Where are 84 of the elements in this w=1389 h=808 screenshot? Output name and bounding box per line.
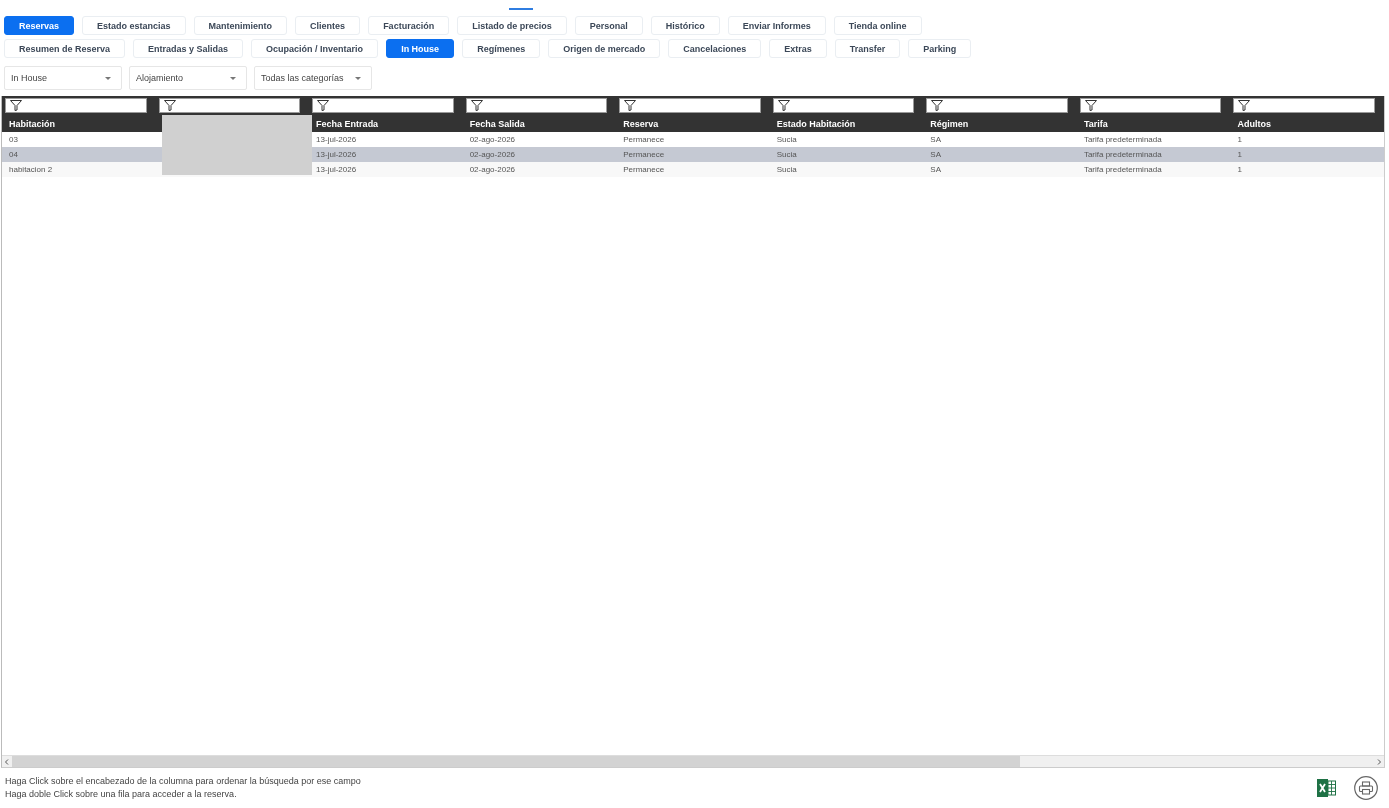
table-cell-text: 02-ago-2026 xyxy=(468,150,517,159)
tab[interactable]: Resumen de Reserva xyxy=(4,39,126,58)
horizontal-scrollbar[interactable] xyxy=(2,755,1384,767)
filter-icon xyxy=(10,100,22,111)
tab[interactable]: Histórico xyxy=(650,16,720,35)
filter-field[interactable] xyxy=(1233,98,1375,113)
column-header[interactable]: Fecha Entrada xyxy=(309,118,463,129)
tab[interactable]: Entradas y Salidas xyxy=(133,39,244,58)
filter-field[interactable] xyxy=(5,98,147,113)
tab[interactable]: Regímenes xyxy=(462,39,541,58)
tab[interactable]: Mantenimiento xyxy=(193,16,288,35)
caret-icon xyxy=(105,76,111,80)
filter-field[interactable] xyxy=(158,98,301,113)
table-cell-text: Sucia xyxy=(775,165,798,174)
filter-icon xyxy=(1084,100,1097,111)
filter-icon xyxy=(1238,100,1251,111)
table-cell-text: SA xyxy=(929,135,942,144)
dropdown-select[interactable]: In House xyxy=(4,66,122,90)
table-cell-text: 04 xyxy=(8,150,19,159)
filter-icon xyxy=(470,100,483,111)
table-cell-text: 03 xyxy=(8,135,19,144)
tab[interactable]: Origen de mercado xyxy=(548,39,661,58)
caret-icon xyxy=(230,76,236,80)
tab[interactable]: Estado estancias xyxy=(82,16,186,35)
table-cell-text: Permanece xyxy=(622,165,666,174)
tab[interactable]: Enviar Informes xyxy=(727,16,826,35)
tab[interactable]: Clientes xyxy=(295,16,361,35)
table-cell-text: Sucia xyxy=(775,150,798,159)
table-cell-text: 1 xyxy=(1236,135,1243,144)
print-icon[interactable] xyxy=(1354,776,1378,800)
active-indicator xyxy=(509,8,533,10)
tab[interactable]: Ocupación / Inventario xyxy=(251,39,379,58)
table-cell-text: 02-ago-2026 xyxy=(468,135,517,144)
spreadsheet-icon[interactable] xyxy=(1317,779,1336,797)
table-cell-text: 1 xyxy=(1236,150,1243,159)
tab[interactable]: Transfer xyxy=(834,39,901,58)
tab[interactable]: Reservas xyxy=(4,16,75,35)
table-cell-text: Sucia xyxy=(775,135,798,144)
filter-field[interactable] xyxy=(772,98,915,113)
table-cell-text: Tarifa predeterminada xyxy=(1082,135,1163,144)
tab[interactable]: Personal xyxy=(574,16,643,35)
filter-icon xyxy=(624,100,637,111)
dropdown-select[interactable]: Alojamiento xyxy=(129,66,247,90)
filter-field[interactable] xyxy=(619,98,761,113)
filter-field[interactable] xyxy=(312,98,454,113)
table-cell-text: Permanece xyxy=(622,135,666,144)
tab[interactable]: Tienda online xyxy=(833,16,922,35)
column-header[interactable]: Fecha Salida xyxy=(462,118,617,129)
table-cell-text: habitacion 2 xyxy=(8,165,54,174)
table-cell-text: SA xyxy=(929,165,942,174)
filter-icon xyxy=(777,100,790,111)
column-header[interactable]: Adultos xyxy=(1230,118,1384,129)
column-header[interactable]: Régimen xyxy=(923,118,1077,129)
table-cell-text: SA xyxy=(929,150,942,159)
hint-text: Haga Click sobre el encabezado de la columna para ordenar la búsqueda por ese campo xyxy=(5,775,361,788)
dropdown-select[interactable]: Todas las categorías xyxy=(254,66,372,90)
tab[interactable]: Listado de precios xyxy=(457,16,567,35)
table-cell-text: 13-jul-2026 xyxy=(315,135,358,144)
table-cell-text: 13-jul-2026 xyxy=(315,150,358,159)
tab[interactable]: Extras xyxy=(769,39,827,58)
filter-field[interactable] xyxy=(926,98,1068,113)
filter-field[interactable] xyxy=(465,98,608,113)
table-cell-text: 02-ago-2026 xyxy=(468,165,517,174)
filter-icon xyxy=(163,100,176,111)
hint-text: Haga doble Click sobre una fila para acceder a la reserva. xyxy=(5,788,238,801)
table-row[interactable]: habitacion 2 13-jul-2026 02-ago-2026 Permanece Sucia SA Tarifa predeterminada 1 xyxy=(2,162,1384,177)
column-header[interactable]: Tarifa xyxy=(1076,118,1231,129)
column-header[interactable]: Estado Habitación xyxy=(769,118,924,129)
filter-icon xyxy=(317,100,330,111)
tab[interactable]: Parking xyxy=(908,39,972,58)
column-header[interactable]: Habitación xyxy=(2,118,156,129)
tab[interactable]: In House xyxy=(386,39,455,58)
table-cell-text: 13-jul-2026 xyxy=(315,165,358,174)
tab[interactable]: Cancelaciones xyxy=(668,39,762,58)
scrollbar-thumb[interactable] xyxy=(12,756,1020,767)
filter-icon xyxy=(931,100,944,111)
caret-icon xyxy=(355,76,361,80)
column-header[interactable]: Reserva xyxy=(616,118,770,129)
table-cell-text: 1 xyxy=(1236,165,1243,174)
tab[interactable]: Facturación xyxy=(368,16,450,35)
table-cell-text: Tarifa predeterminada xyxy=(1082,150,1163,159)
filter-field[interactable] xyxy=(1079,98,1222,113)
table-cell-text: Permanece xyxy=(622,150,666,159)
table-cell-text: Tarifa predeterminada xyxy=(1082,165,1163,174)
